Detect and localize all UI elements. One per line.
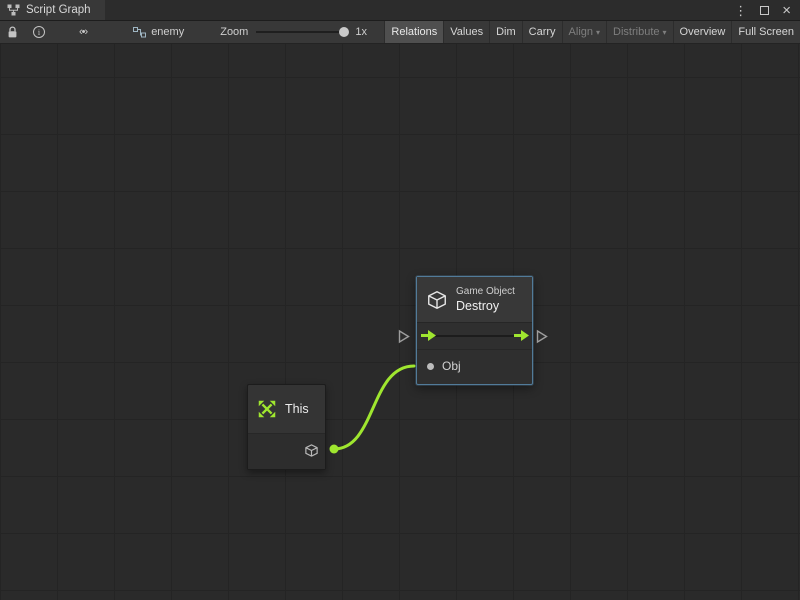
this-unit-icon	[256, 398, 278, 420]
dim-button[interactable]: Dim	[489, 21, 522, 43]
obj-input-port[interactable]: Obj	[417, 349, 532, 382]
graph-toolbar: i ‹•› enemy Zoom 1x Relations Values Dim…	[0, 21, 800, 44]
node-category-label: Game Object	[456, 285, 515, 298]
flow-output-arrow-icon[interactable]	[514, 330, 529, 341]
info-glyph: i	[38, 28, 40, 37]
flow-input-triangle-icon[interactable]	[398, 329, 410, 344]
graph-asset-breadcrumb[interactable]: enemy	[133, 26, 184, 38]
graph-tab-icon	[7, 4, 20, 16]
zoom-value: 1x	[355, 26, 367, 38]
distribute-label: Distribute	[613, 26, 659, 38]
chevron-down-icon: ▾	[596, 28, 600, 37]
overview-button[interactable]: Overview	[673, 21, 732, 43]
align-dropdown-button[interactable]: Align ▾	[562, 21, 606, 43]
node-this[interactable]: This	[247, 384, 326, 470]
toolbar-buttons: Relations Values Dim Carry Align ▾ Distr…	[384, 21, 800, 43]
chevron-down-icon: ▾	[663, 28, 667, 37]
game-object-cube-icon-small	[304, 443, 319, 458]
close-icon[interactable]: ×	[782, 3, 791, 18]
game-object-cube-icon	[426, 289, 448, 311]
value-connection-wire[interactable]	[334, 366, 414, 449]
node-this-header: This	[248, 385, 325, 433]
lock-icon[interactable]	[7, 26, 18, 39]
info-icon[interactable]: i	[33, 26, 45, 38]
connection-layer	[0, 44, 800, 600]
distribute-dropdown-button[interactable]: Distribute ▾	[606, 21, 672, 43]
carry-button[interactable]: Carry	[522, 21, 562, 43]
title-bar: Script Graph ⋮ ×	[0, 0, 800, 21]
tab-script-graph[interactable]: Script Graph	[0, 0, 105, 20]
window-controls: ⋮ ×	[734, 0, 800, 20]
maximize-icon[interactable]	[760, 6, 769, 15]
kebab-menu-icon[interactable]: ⋮	[734, 4, 747, 17]
align-label: Align	[569, 26, 593, 38]
node-this-title: This	[285, 402, 309, 416]
node-destroy[interactable]: Game Object Destroy	[416, 276, 533, 385]
relations-button[interactable]: Relations	[384, 21, 443, 43]
graph-canvas[interactable]: Game Object Destroy	[0, 44, 800, 600]
flow-output-triangle-icon[interactable]	[536, 329, 548, 344]
zoom-slider-handle[interactable]	[339, 27, 349, 37]
node-title-label: Destroy	[456, 298, 515, 314]
script-graph-window: Script Graph ⋮ × i ‹•› enemy	[0, 0, 800, 600]
tab-label: Script Graph	[26, 4, 91, 16]
code-view-icon[interactable]: ‹•›	[79, 26, 87, 38]
zoom-slider[interactable]	[256, 26, 348, 38]
flow-port-row	[417, 323, 532, 349]
zoom-slider-track	[256, 31, 348, 33]
flow-relation-line	[435, 335, 514, 337]
values-button[interactable]: Values	[443, 21, 489, 43]
graph-name: enemy	[151, 26, 184, 38]
obj-port-dot[interactable]	[427, 363, 434, 370]
flow-input-arrow-icon[interactable]	[421, 330, 436, 341]
this-output-port-row[interactable]	[248, 433, 325, 469]
obj-port-label: Obj	[442, 359, 461, 373]
full-screen-button[interactable]: Full Screen	[731, 21, 800, 43]
zoom-label: Zoom	[220, 26, 248, 38]
script-graph-asset-icon	[133, 27, 146, 38]
node-destroy-header: Game Object Destroy	[417, 277, 532, 323]
this-output-port-dot[interactable]	[330, 445, 339, 454]
